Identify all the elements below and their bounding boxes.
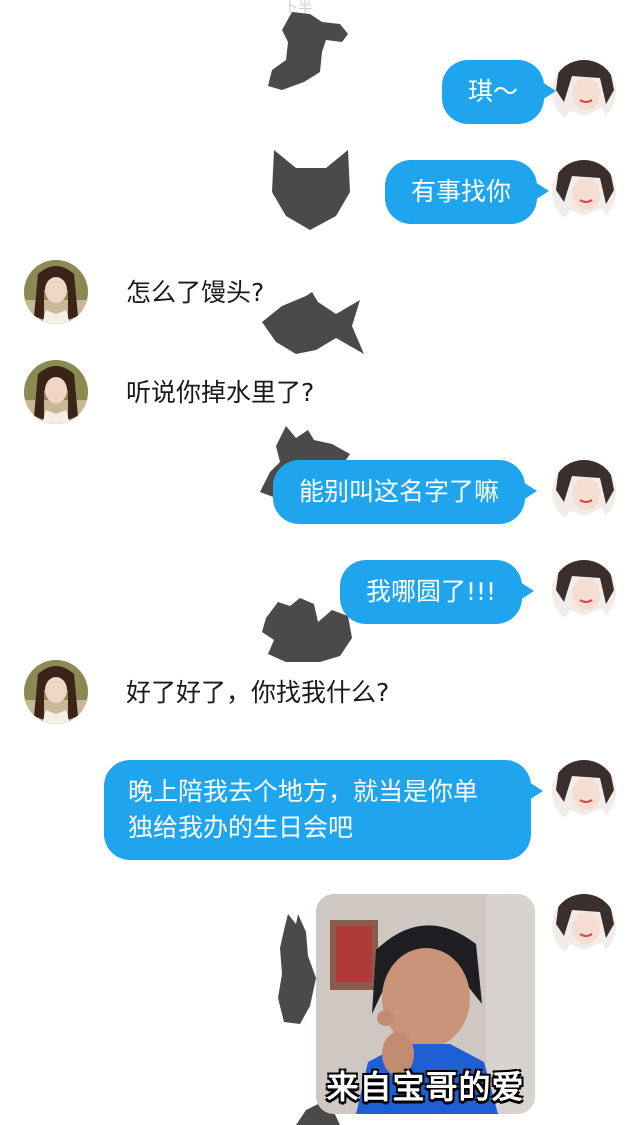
message-text-line: 晚上陪我去个地方，就当是你单 — [128, 777, 479, 806]
fish-silhouette-icon — [262, 292, 366, 362]
cat-silhouette-icon — [270, 150, 352, 230]
friend-avatar[interactable] — [24, 660, 88, 724]
my-avatar[interactable] — [552, 160, 616, 224]
message-text: 能别叫这名字了嘛 — [299, 477, 500, 506]
sticker-caption: 来自宝哥的爱 — [326, 1068, 525, 1106]
message-text: 琪～ — [468, 77, 519, 106]
my-avatar[interactable] — [552, 760, 616, 824]
message-text: 听说你掉水里了? — [126, 378, 315, 407]
message-bubble[interactable]: 琪～ — [442, 60, 557, 124]
squirrel-silhouette-icon — [260, 598, 352, 662]
message-text: 有事找你 — [411, 177, 512, 206]
message-bubble[interactable]: 听说你掉水里了? — [126, 375, 314, 411]
message-text: 我哪圆了!!! — [366, 577, 497, 606]
friend-avatar[interactable] — [24, 260, 88, 324]
message-bubble[interactable]: 我哪圆了!!! — [340, 560, 535, 624]
rabbit-silhouette-icon — [276, 914, 316, 1024]
my-avatar[interactable] — [552, 460, 616, 524]
my-avatar[interactable] — [552, 560, 616, 624]
message-bubble[interactable]: 能别叫这名字了嘛 — [273, 460, 538, 524]
message-text: 怎么了馒头? — [126, 278, 265, 307]
my-avatar[interactable] — [552, 894, 616, 958]
message-bubble[interactable]: 有事找你 — [385, 160, 550, 224]
message-bubble[interactable]: 怎么了馒头? — [126, 275, 264, 311]
message-bubble[interactable]: 好了好了，你找我什么? — [126, 675, 389, 711]
message-text: 好了好了，你找我什么? — [126, 678, 390, 707]
message-bubble[interactable]: 晚上陪我去个地方，就当是你单 独给我办的生日会吧 — [104, 760, 543, 860]
my-avatar[interactable] — [552, 60, 616, 124]
horse-silhouette-icon — [262, 12, 352, 90]
message-text-line: 独给我办的生日会吧 — [128, 813, 354, 842]
sticker-image[interactable]: 来自宝哥的爱 — [316, 894, 535, 1114]
friend-avatar[interactable] — [24, 360, 88, 424]
